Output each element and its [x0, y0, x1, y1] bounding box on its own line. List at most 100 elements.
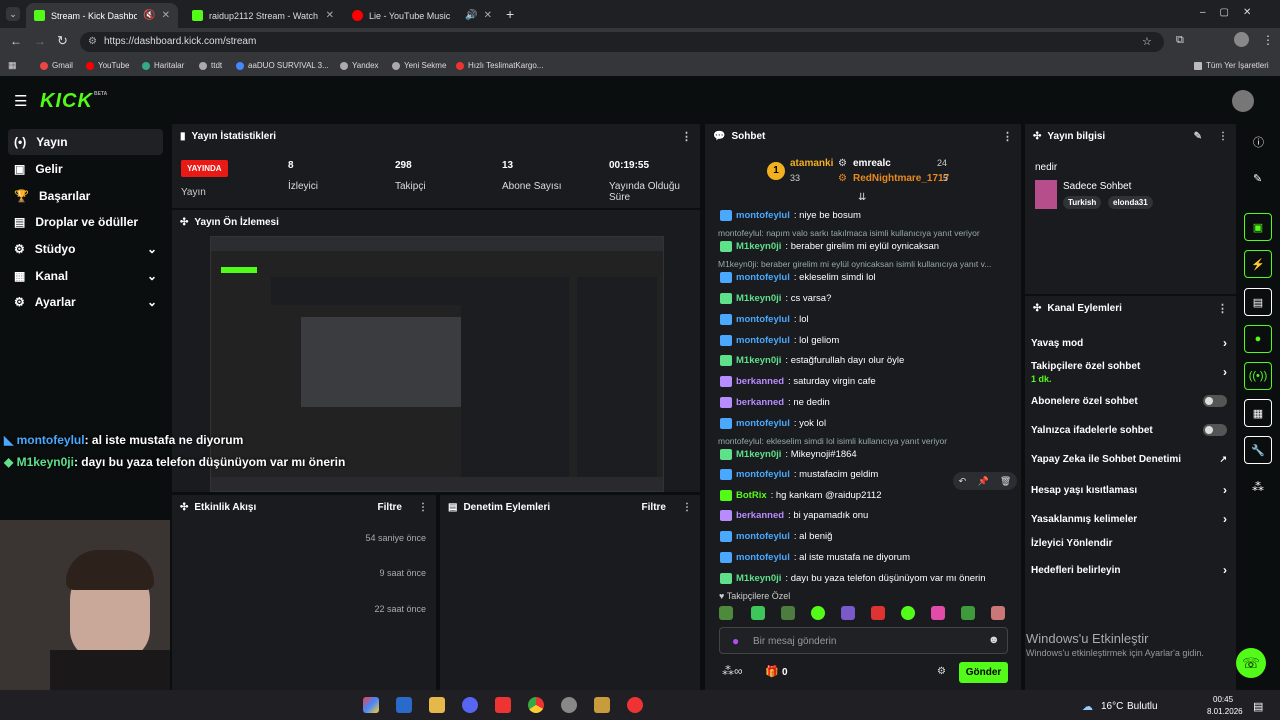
- site-info-icon[interactable]: ⚙: [88, 36, 97, 47]
- chat-username[interactable]: M1keyn0ji: [736, 355, 781, 366]
- rail-button[interactable]: ⚡: [1244, 250, 1272, 278]
- rail-button[interactable]: ▦: [1244, 399, 1272, 427]
- chat-message[interactable]: montofeylul: mustafacim geldim: [720, 469, 878, 480]
- apps-grid-icon[interactable]: ▦: [8, 60, 17, 71]
- chat-settings-icon[interactable]: ⚙: [937, 666, 946, 677]
- gift-icon[interactable]: 🎁: [765, 665, 779, 678]
- chat-username[interactable]: montofeylul: [736, 418, 790, 429]
- tab-youtube-music[interactable]: Lie - YouTube Music 🔊 ✕: [344, 3, 500, 28]
- emote-icon[interactable]: [719, 606, 733, 620]
- points-icon[interactable]: ⁂∞: [722, 664, 743, 678]
- bookmark-item[interactable]: Haritalar: [142, 61, 184, 70]
- sidebar-item-kanal[interactable]: ▦ Kanal ⌄: [8, 263, 163, 289]
- top-gifter-name[interactable]: atamanki: [790, 158, 833, 169]
- expand-icon[interactable]: ⇊: [858, 192, 866, 203]
- bookmark-item[interactable]: ttdt: [199, 61, 222, 70]
- clock-time[interactable]: 00:45: [1213, 695, 1233, 704]
- sidebar-item-basarilar[interactable]: 🏆 Başarılar: [8, 183, 163, 209]
- taskbar-app-icon[interactable]: [396, 697, 412, 713]
- more-options-icon[interactable]: ⋮: [682, 502, 692, 513]
- window-controls[interactable]: –▢✕: [1200, 7, 1265, 18]
- new-tab-icon[interactable]: +: [506, 6, 514, 22]
- chat-username[interactable]: M1keyn0ji: [736, 449, 781, 460]
- rail-button[interactable]: ●: [1244, 325, 1272, 353]
- chat-username[interactable]: montofeylul: [736, 314, 790, 325]
- more-options-icon[interactable]: ⋮: [681, 130, 692, 143]
- rail-button[interactable]: 🔧: [1244, 436, 1272, 464]
- filter-button[interactable]: Filtre: [378, 502, 402, 513]
- chat-message[interactable]: M1keyn0ji: beraber girelim mi eylül oyni…: [720, 241, 939, 252]
- close-tab-icon[interactable]: ✕: [162, 10, 170, 21]
- rail-button[interactable]: ▤: [1244, 288, 1272, 316]
- tab-raidup-stream[interactable]: raidup2112 Stream - Watch Live ✕: [184, 3, 342, 28]
- edit-icon[interactable]: ✎: [1194, 131, 1202, 142]
- bookmark-item[interactable]: Gmail: [40, 61, 73, 70]
- back-icon[interactable]: ←: [10, 34, 22, 48]
- raid-item[interactable]: İzleyici Yönlendir: [1031, 538, 1227, 549]
- edit-icon[interactable]: ✎: [1253, 172, 1262, 185]
- bookmark-item[interactable]: Hızlı TeslimatKargo...: [456, 61, 543, 70]
- points-icon[interactable]: ⁂: [1252, 480, 1264, 494]
- chat-username[interactable]: berkanned: [736, 376, 784, 387]
- audio-icon[interactable]: 🔊: [465, 10, 477, 21]
- emote-icon[interactable]: [841, 606, 855, 620]
- more-options-icon[interactable]: ⋮: [1218, 131, 1228, 142]
- emote-icon[interactable]: [781, 606, 795, 620]
- chat-username[interactable]: montofeylul: [736, 335, 790, 346]
- chrome-icon[interactable]: [561, 697, 577, 713]
- chrome-icon[interactable]: [528, 697, 544, 713]
- emote-icon[interactable]: [931, 606, 945, 620]
- clock-date[interactable]: 8.01.2026: [1207, 707, 1243, 716]
- taskbar-app-icon[interactable]: [627, 697, 643, 713]
- chat-input[interactable]: ● Bir mesaj gönderin ☻: [719, 627, 1008, 654]
- chat-message[interactable]: montofeylul: al beniğ: [720, 531, 832, 542]
- chat-username[interactable]: montofeylul: [736, 272, 790, 283]
- filter-button[interactable]: Filtre: [642, 502, 666, 513]
- mute-icon[interactable]: 🔇: [143, 10, 155, 21]
- sidebar-item-droplar[interactable]: ▤ Droplar ve ödüller: [8, 209, 163, 235]
- bookmark-item[interactable]: YouTube: [86, 61, 129, 70]
- chat-message[interactable]: BotRix: hg kankam @raidup2112: [720, 490, 882, 501]
- emote-icon[interactable]: [871, 606, 885, 620]
- chat-username[interactable]: M1keyn0ji: [736, 241, 781, 252]
- rail-button[interactable]: ▣: [1244, 213, 1272, 241]
- rail-button[interactable]: ((•)): [1244, 362, 1272, 390]
- chat-message[interactable]: montofeylul: niye be bosum: [720, 210, 861, 221]
- taskbar-app-icon[interactable]: [363, 697, 379, 713]
- bookmark-item[interactable]: Yeni Sekme: [392, 61, 446, 70]
- tag-pill[interactable]: Turkish: [1063, 196, 1102, 209]
- tab-kick-dashboard[interactable]: Stream - Kick Dashboard 🔇 ✕: [26, 3, 178, 28]
- sidebar-item-gelir[interactable]: ▣ Gelir: [8, 156, 163, 182]
- all-bookmarks[interactable]: Tüm Yer İşaretleri: [1194, 61, 1269, 70]
- weather-temp[interactable]: 16°C: [1101, 701, 1123, 712]
- sidebar-item-yayin[interactable]: (•) Yayın: [8, 129, 163, 155]
- chat-message[interactable]: berkanned: saturday virgin cafe: [720, 376, 876, 387]
- chat-message[interactable]: montofeylul: lol: [720, 314, 809, 325]
- chat-message[interactable]: montofeylul: yok lol: [720, 418, 826, 429]
- chat-message[interactable]: montofeylul: ekleselim simdi lol: [720, 272, 876, 283]
- emoji-icon[interactable]: ☻: [988, 634, 1000, 646]
- kick-logo[interactable]: KICK: [40, 90, 93, 113]
- emote-icon[interactable]: [961, 606, 975, 620]
- ai-moderation-item[interactable]: Yapay Zeka ile Sohbet Denetimi ↗: [1031, 454, 1227, 465]
- emote-icon[interactable]: [751, 606, 765, 620]
- sidebar-item-studyo[interactable]: ⚙ Stüdyo ⌄: [8, 236, 163, 262]
- chat-message[interactable]: berkanned: ne dedin: [720, 397, 830, 408]
- league-icon[interactable]: [594, 697, 610, 713]
- emotes-only-toggle[interactable]: [1203, 424, 1227, 436]
- delete-icon[interactable]: 🗑: [1000, 476, 1011, 487]
- sidebar-item-ayarlar[interactable]: ⚙ Ayarlar ⌄: [8, 289, 163, 315]
- reload-icon[interactable]: ↻: [57, 33, 68, 49]
- category-name[interactable]: Sadece Sohbet: [1063, 181, 1131, 192]
- chat-username[interactable]: montofeylul: [736, 531, 790, 542]
- chat-message[interactable]: montofeylul: lol geliom: [720, 335, 839, 346]
- chat-username[interactable]: M1keyn0ji: [736, 573, 781, 584]
- chat-message[interactable]: M1keyn0ji: cs varsa?: [720, 293, 831, 304]
- chat-message[interactable]: M1keyn0ji: estağfurullah dayı olur öyle: [720, 355, 904, 366]
- account-age-item[interactable]: Hesap yaşı kısıtlaması ›: [1031, 483, 1227, 497]
- taskbar-app-icon[interactable]: [495, 697, 511, 713]
- send-button[interactable]: Gönder: [959, 662, 1008, 683]
- chat-username[interactable]: berkanned: [736, 510, 784, 521]
- bookmark-item[interactable]: Yandex: [340, 61, 379, 70]
- chat-message[interactable]: montofeylul: al iste mustafa ne diyorum: [720, 552, 910, 563]
